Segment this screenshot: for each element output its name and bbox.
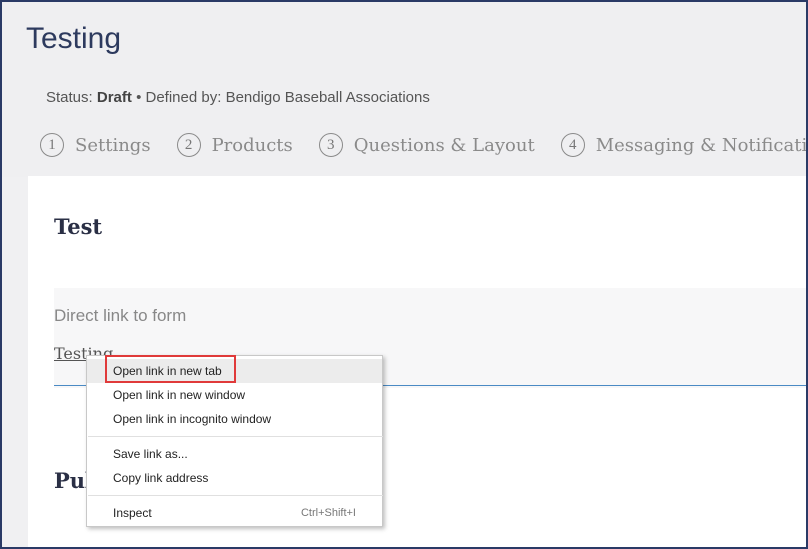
menu-shortcut: Ctrl+Shift+I bbox=[300, 507, 356, 519]
menu-item-label: Open link in new window bbox=[113, 388, 246, 402]
step-messaging-notifications[interactable]: 4 Messaging & Notifications bbox=[560, 133, 808, 157]
form-name-heading: Test bbox=[54, 214, 103, 239]
step-number: 3 bbox=[318, 133, 343, 157]
menu-separator bbox=[88, 495, 383, 496]
status-line: Status: Draft • Defined by: Bendigo Base… bbox=[46, 89, 430, 106]
page-title: Testing bbox=[26, 22, 122, 55]
step-questions-layout[interactable]: 3 Questions & Layout bbox=[318, 133, 535, 157]
menu-open-incognito[interactable]: Open link in incognito window bbox=[87, 407, 382, 431]
menu-item-label: Inspect bbox=[113, 506, 152, 520]
step-products[interactable]: 2 Products bbox=[176, 133, 293, 157]
defined-by-value: Bendigo Baseball Associations bbox=[225, 89, 430, 106]
status-label: Status: bbox=[46, 89, 93, 106]
step-number: 4 bbox=[560, 133, 585, 157]
step-settings[interactable]: 1 Settings bbox=[40, 133, 151, 157]
step-number: 1 bbox=[40, 133, 64, 157]
direct-link-label: Direct link to form bbox=[54, 306, 187, 325]
step-label: Messaging & Notifications bbox=[595, 134, 808, 156]
wizard-steps: 1 Settings 2 Products 3 Questions & Layo… bbox=[40, 133, 808, 157]
step-number: 2 bbox=[176, 133, 201, 157]
menu-copy-link-address[interactable]: Copy link address bbox=[87, 466, 382, 490]
menu-item-label: Save link as... bbox=[113, 447, 188, 461]
defined-by-label: Defined by: bbox=[145, 89, 222, 106]
menu-save-link-as[interactable]: Save link as... bbox=[87, 442, 382, 466]
step-label: Products bbox=[211, 134, 293, 156]
menu-item-label: Copy link address bbox=[113, 471, 209, 485]
status-separator: • bbox=[136, 89, 142, 106]
menu-inspect[interactable]: Inspect Ctrl+Shift+I bbox=[87, 501, 382, 525]
menu-item-label: Open link in incognito window bbox=[113, 412, 272, 426]
menu-separator bbox=[88, 436, 383, 437]
step-label: Questions & Layout bbox=[353, 134, 535, 156]
step-label: Settings bbox=[75, 134, 151, 156]
status-value: Draft bbox=[96, 89, 132, 106]
annotation-highlight-box bbox=[105, 355, 236, 383]
menu-open-new-window[interactable]: Open link in new window bbox=[87, 383, 382, 407]
